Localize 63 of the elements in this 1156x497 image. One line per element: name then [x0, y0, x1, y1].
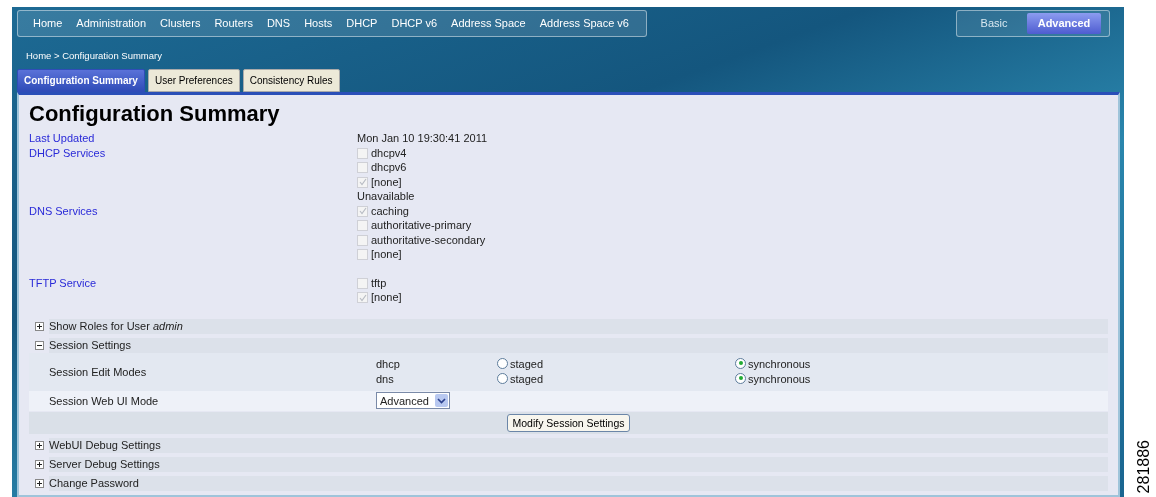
page-title: Configuration Summary: [29, 101, 281, 128]
section-header[interactable]: Change Password: [49, 475, 139, 492]
service-name: dhcp: [376, 357, 400, 370]
nav-link[interactable]: DNS: [259, 15, 298, 32]
checkbox-label: dhcpv4: [371, 145, 407, 161]
checkbox[interactable]: [357, 205, 368, 217]
radio-option[interactable]: synchronous: [735, 371, 811, 387]
radio-option[interactable]: synchronous: [735, 356, 811, 372]
section-header[interactable]: Session Settings: [49, 337, 131, 354]
expand-icon[interactable]: [34, 459, 44, 469]
expand-icon[interactable]: [34, 478, 44, 488]
expand-icon[interactable]: [34, 321, 44, 331]
nav-link[interactable]: Hosts: [297, 15, 340, 32]
checkbox[interactable]: [357, 176, 368, 188]
checkbox-label: authoritative-secondary: [371, 232, 486, 248]
checkbox[interactable]: [357, 234, 368, 246]
nav-link[interactable]: Administration: [69, 15, 154, 32]
nav-link[interactable]: DHCP: [339, 15, 385, 32]
nav-link[interactable]: Address Space v6: [532, 15, 636, 32]
field-label: DNS Services: [29, 204, 98, 217]
checkbox-label: [none]: [371, 290, 402, 305]
checkbox-label: [none]: [371, 174, 402, 190]
field-value: Unavailable: [357, 190, 415, 203]
section-header[interactable]: Show Roles for User admin: [49, 318, 183, 335]
checkbox-label: dhcpv6: [371, 160, 407, 175]
collapse-icon[interactable]: [34, 340, 44, 350]
field-label: Session Web UI Mode: [49, 394, 159, 407]
checkbox[interactable]: [357, 147, 368, 159]
checkbox[interactable]: [357, 220, 368, 231]
service-name: dns: [376, 372, 394, 385]
checkbox-label: authoritative-primary: [371, 218, 472, 233]
mode-button[interactable]: Advanced: [1027, 13, 1101, 34]
section-header[interactable]: WebUI Debug Settings: [49, 437, 161, 454]
checkbox-label: caching: [371, 203, 409, 219]
field-label: TFTP Service: [29, 276, 97, 289]
nav-link[interactable]: DHCP v6: [384, 15, 445, 32]
expand-icon[interactable]: [34, 440, 44, 450]
modify-settings-button[interactable]: Modify Session Settings: [507, 413, 630, 432]
tab[interactable]: Configuration Summary: [17, 69, 145, 93]
checkbox[interactable]: [357, 249, 368, 260]
tab[interactable]: User Preferences: [147, 69, 240, 93]
field-value: Mon Jan 10 19:30:41 2011: [357, 132, 488, 145]
tab[interactable]: Consistency Rules: [242, 69, 340, 93]
checkbox[interactable]: [357, 277, 368, 289]
checkbox-label: tftp: [371, 275, 387, 291]
nav-link[interactable]: Clusters: [153, 15, 208, 32]
radio-option[interactable]: staged: [497, 356, 544, 372]
caret-icon[interactable]: [434, 394, 448, 408]
mode-select[interactable]: Advanced: [376, 392, 450, 410]
figure-number: 281886: [1134, 439, 1153, 493]
field-label: DHCP Services: [29, 146, 106, 159]
field-label: Session Edit Modes: [49, 364, 147, 380]
mode-button[interactable]: Basic: [965, 13, 1023, 34]
nav-link[interactable]: Address Space: [444, 15, 533, 32]
nav-link[interactable]: Home: [26, 15, 70, 32]
field-label: Last Updated: [29, 132, 95, 145]
section-header[interactable]: Server Debug Settings: [49, 456, 160, 473]
checkbox-label: [none]: [371, 247, 402, 262]
radio-option[interactable]: staged: [497, 371, 544, 387]
breadcrumb: Home > Configuration Summary: [26, 49, 163, 63]
checkbox[interactable]: [357, 162, 368, 173]
nav-link[interactable]: Routers: [207, 15, 260, 32]
checkbox[interactable]: [357, 292, 368, 303]
